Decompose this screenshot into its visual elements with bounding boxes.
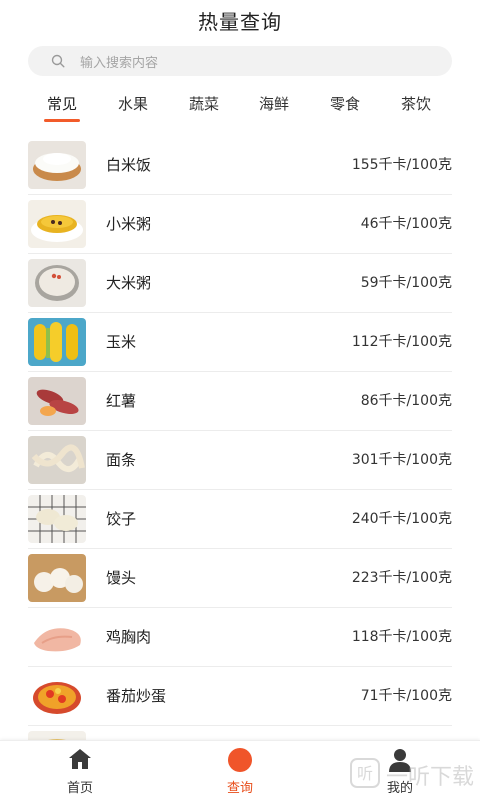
food-row[interactable]: 鸡胸肉 118千卡/100克 <box>28 608 452 667</box>
tabbar-query[interactable]: 查询 <box>160 741 320 801</box>
food-name: 玉米 <box>106 333 137 351</box>
tab-label: 茶饮 <box>400 95 431 113</box>
food-name: 鸡胸肉 <box>106 628 152 646</box>
food-calories: 59千卡/100克 <box>360 275 452 291</box>
food-calories: 112千卡/100克 <box>351 334 452 350</box>
food-row[interactable]: 大米粥 59千卡/100克 <box>28 254 452 313</box>
category-tabs: 常见 水果 蔬菜 海鲜 零食 茶饮 <box>0 92 480 124</box>
food-name: 白米饭 <box>106 156 152 174</box>
watermark-text: 一听下载 <box>385 765 474 790</box>
page-title: 热量查询 <box>198 9 282 34</box>
food-name: 馒头 <box>106 569 137 587</box>
tab-common[interactable]: 常见 <box>32 92 92 124</box>
food-list: 白米饭 155千卡/100克 小米粥 46千卡/100克 大米粥 59千卡/10… <box>0 136 480 740</box>
tomato-egg-icon <box>28 672 86 720</box>
tab-label: 海鲜 <box>258 95 289 113</box>
food-calories: 118千卡/100克 <box>351 629 452 645</box>
watermark: 听 一听下载 <box>349 758 474 792</box>
sweet-potato-icon <box>28 377 86 425</box>
header: 热量查询 <box>0 0 480 40</box>
home-icon <box>67 747 93 775</box>
chicken-breast-icon <box>28 613 86 661</box>
food-calories: 240千卡/100克 <box>351 511 452 527</box>
tab-fruit[interactable]: 水果 <box>103 92 163 124</box>
food-row[interactable]: 白米饭 155千卡/100克 <box>28 136 452 195</box>
food-row[interactable]: 红薯 86千卡/100克 <box>28 372 452 431</box>
food-row[interactable]: 饺子 240千卡/100克 <box>28 490 452 549</box>
svg-text:听: 听 <box>357 764 373 783</box>
food-thumbnail-partial <box>28 731 86 740</box>
tab-label: 常见 <box>46 95 77 113</box>
tab-label: 蔬菜 <box>188 95 219 113</box>
tabbar-home[interactable]: 首页 <box>0 741 160 801</box>
food-name: 小米粥 <box>106 215 152 233</box>
food-row[interactable]: 馒头 223千卡/100克 <box>28 549 452 608</box>
food-calories: 86千卡/100克 <box>360 393 452 409</box>
tab-seafood[interactable]: 海鲜 <box>244 92 304 124</box>
food-calories: 46千卡/100克 <box>360 216 452 232</box>
food-calories: 71千卡/100克 <box>360 688 452 704</box>
food-row[interactable]: 玉米 112千卡/100克 <box>28 313 452 372</box>
food-row[interactable]: 番茄炒蛋 71千卡/100克 <box>28 667 452 726</box>
food-row[interactable]: 面条 301千卡/100克 <box>28 431 452 490</box>
food-name: 面条 <box>106 451 137 469</box>
food-calories: 223千卡/100克 <box>351 570 452 586</box>
search-input[interactable]: 输入搜索内容 <box>80 52 158 71</box>
tabbar-label: 查询 <box>226 781 253 796</box>
rice-bowl-icon <box>28 141 86 189</box>
tab-label: 水果 <box>117 95 148 113</box>
tab-snacks[interactable]: 零食 <box>315 92 375 124</box>
food-name: 番茄炒蛋 <box>106 687 167 705</box>
millet-porridge-icon <box>28 200 86 248</box>
tab-vegetables[interactable]: 蔬菜 <box>174 92 234 124</box>
food-calories: 301千卡/100克 <box>351 452 452 468</box>
tab-label: 零食 <box>329 95 360 113</box>
watermark-logo-icon: 听 <box>349 758 380 792</box>
noodles-icon <box>28 436 86 484</box>
dumplings-icon <box>28 495 86 543</box>
food-name: 饺子 <box>106 510 137 528</box>
tab-drinks[interactable]: 茶饮 <box>386 92 446 124</box>
food-row-partial[interactable] <box>28 726 452 740</box>
food-name: 红薯 <box>106 392 137 410</box>
tabbar-label: 首页 <box>66 781 93 796</box>
query-dot-icon <box>227 747 253 777</box>
food-row[interactable]: 小米粥 46千卡/100克 <box>28 195 452 254</box>
food-calories: 155千卡/100克 <box>351 157 452 173</box>
food-name: 大米粥 <box>106 274 152 292</box>
search-bar[interactable]: 输入搜索内容 <box>28 46 452 76</box>
search-icon <box>50 53 66 69</box>
tab-active-indicator <box>44 119 80 122</box>
corn-icon <box>28 318 86 366</box>
steamed-bun-icon <box>28 554 86 602</box>
rice-porridge-icon <box>28 259 86 307</box>
